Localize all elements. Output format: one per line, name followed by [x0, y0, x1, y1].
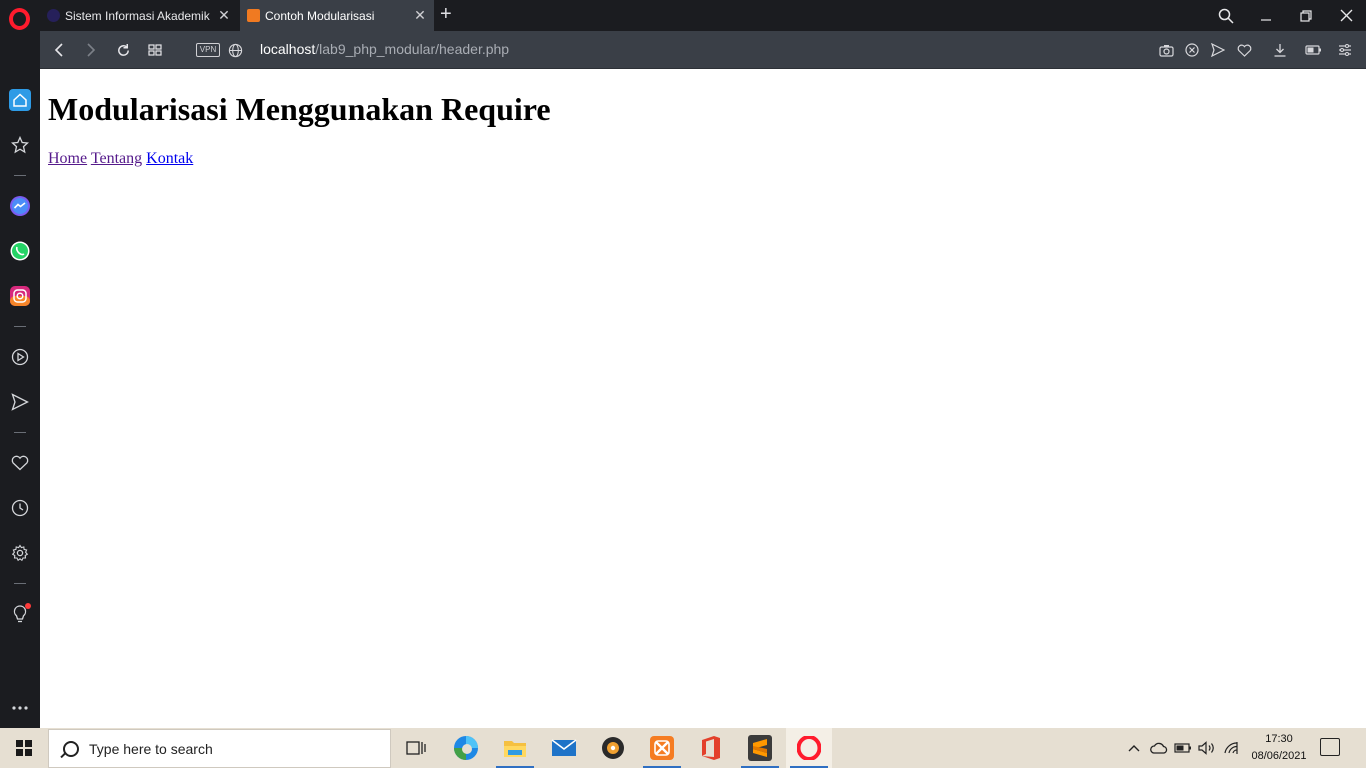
xampp-icon[interactable] [639, 728, 685, 768]
globe-icon[interactable] [225, 40, 245, 60]
url-field[interactable]: localhost/lab9_php_modular/header.php [260, 41, 509, 57]
instagram-icon[interactable] [9, 285, 31, 307]
sidebar-divider [14, 583, 26, 584]
speed-dial-home-icon[interactable] [9, 89, 31, 111]
pinboards-heart-icon[interactable] [9, 452, 31, 474]
sidebar [0, 31, 40, 728]
minimize-icon[interactable] [1246, 0, 1286, 31]
tab-close-icon[interactable]: ✕ [215, 7, 233, 24]
settings-gear-icon[interactable] [9, 542, 31, 564]
opera-browser-icon[interactable] [786, 728, 832, 768]
reload-icon[interactable] [113, 40, 133, 60]
page-viewport: Modularisasi Menggunakan Require Home Te… [40, 70, 1366, 728]
whatsapp-icon[interactable] [9, 240, 31, 262]
file-explorer-icon[interactable] [492, 728, 538, 768]
easy-setup-icon[interactable] [1335, 40, 1355, 60]
page-heading: Modularisasi Menggunakan Require [48, 91, 551, 127]
sidebar-divider [14, 326, 26, 327]
send-icon[interactable] [1208, 40, 1228, 60]
tab-close-icon[interactable]: ✕ [411, 7, 429, 24]
nav-link-tentang[interactable]: Tentang [91, 150, 142, 167]
download-icon[interactable] [1270, 40, 1290, 60]
taskbar-search-box[interactable]: Type here to search [48, 729, 391, 768]
notification-badge [25, 603, 31, 609]
snapshot-camera-icon[interactable] [1156, 40, 1176, 60]
page-nav: Home Tentang Kontak [48, 150, 193, 168]
tab-bar: Sistem Informasi Akademik ✕ Contoh Modul… [0, 0, 1366, 31]
windows-taskbar: Type here to search 17:30 08/06/2021 [0, 728, 1366, 768]
edge-browser-icon[interactable] [443, 728, 489, 768]
bookmark-heart-icon[interactable] [1234, 40, 1254, 60]
messenger-icon[interactable] [9, 195, 31, 217]
tab-contoh-modularisasi[interactable]: Contoh Modularisasi ✕ [240, 0, 434, 31]
mail-icon[interactable] [541, 728, 587, 768]
battery-saver-icon[interactable] [1303, 40, 1323, 60]
nav-link-home[interactable]: Home [48, 150, 87, 167]
tab-search-icon[interactable] [1206, 0, 1246, 31]
tabs-grid-icon[interactable] [145, 40, 165, 60]
search-placeholder: Type here to search [89, 740, 213, 757]
clock-date: 08/06/2021 [1251, 750, 1307, 762]
search-icon [63, 740, 79, 757]
tab-title: Contoh Modularisasi [265, 8, 375, 23]
forward-icon[interactable] [81, 40, 101, 60]
sidebar-divider [14, 432, 26, 433]
bookmarks-star-icon[interactable] [9, 134, 31, 156]
wifi-network-icon[interactable] [1220, 728, 1242, 768]
action-center-notification-icon[interactable] [1320, 738, 1340, 756]
clock-time: 17:30 [1265, 733, 1293, 745]
media-player-icon[interactable] [590, 728, 636, 768]
player-icon[interactable] [9, 346, 31, 368]
sublime-text-icon[interactable] [737, 728, 783, 768]
url-host: localhost [260, 41, 316, 57]
show-hidden-icons-chevron-icon[interactable] [1124, 728, 1144, 768]
start-button[interactable] [0, 728, 48, 768]
windows-logo-icon [16, 740, 32, 756]
back-icon[interactable] [49, 40, 69, 60]
nav-link-kontak[interactable]: Kontak [146, 150, 193, 167]
restore-icon[interactable] [1286, 0, 1326, 31]
more-options-icon[interactable] [9, 697, 31, 719]
onedrive-cloud-icon[interactable] [1148, 728, 1170, 768]
tab-sistem-informasi-akademik[interactable]: Sistem Informasi Akademik ✕ [40, 0, 238, 31]
ad-block-icon[interactable] [1182, 40, 1202, 60]
office-icon[interactable] [688, 728, 734, 768]
window-close-icon[interactable] [1326, 0, 1366, 31]
taskbar-clock[interactable]: 17:30 08/06/2021 [1246, 731, 1312, 765]
tab-favicon-icon [47, 9, 60, 22]
my-flow-send-icon[interactable] [9, 391, 31, 413]
xampp-favicon-icon [247, 9, 260, 22]
task-view-icon[interactable] [393, 728, 439, 768]
volume-speaker-icon[interactable] [1196, 728, 1218, 768]
vpn-badge[interactable]: VPN [196, 43, 220, 57]
address-toolbar: VPN localhost/lab9_php_modular/header.ph… [40, 31, 1366, 69]
history-clock-icon[interactable] [9, 497, 31, 519]
opera-menu-icon[interactable] [9, 8, 30, 30]
url-path: /lab9_php_modular/header.php [315, 41, 510, 57]
battery-icon[interactable] [1172, 728, 1194, 768]
sidebar-divider [14, 175, 26, 176]
tab-title: Sistem Informasi Akademik [65, 8, 210, 23]
new-tab-button[interactable]: + [440, 3, 452, 25]
